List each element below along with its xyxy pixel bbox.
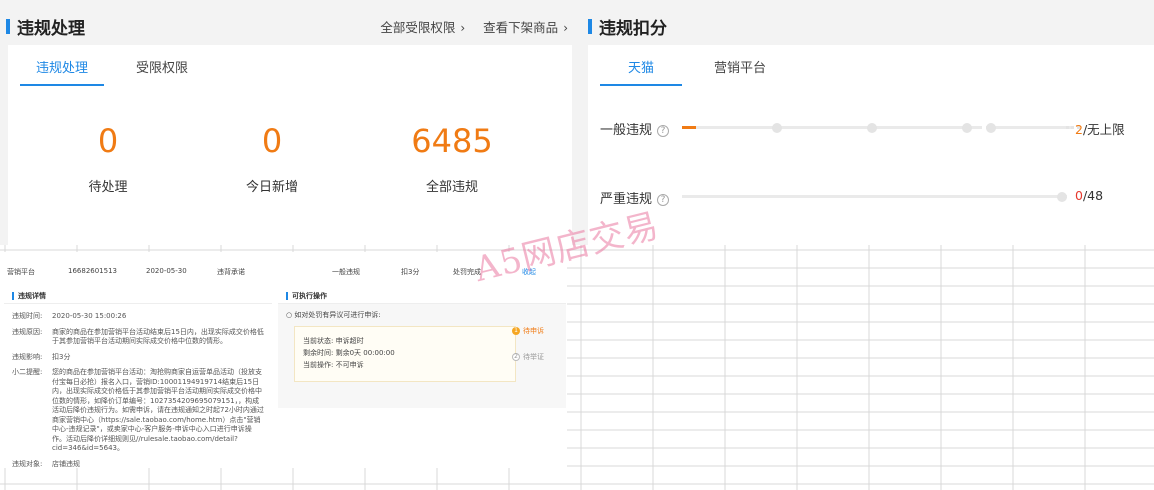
detail-key: 违规原因: [12,327,43,336]
tab-restricted-permissions[interactable]: 受限权限 [120,57,204,86]
general-violation-current: 2 [1075,122,1083,137]
tab-tmall[interactable]: 天猫 [600,57,683,86]
detail-key: 违规对象: [12,459,43,468]
view-delisted-products-link[interactable]: 查看下架商品 › [483,17,568,36]
violation-handling-title-text: 违规处理 [17,19,85,39]
help-icon[interactable]: ? [657,194,670,206]
appeal-question: ○ 如对处罚有异议可进行申诉: [286,310,558,320]
available-actions-body: ○ 如对处罚有异议可进行申诉: 当前状态: 申诉超时 剩余时间: 剩余0天 00… [278,304,566,388]
summary-type: 违背承诺 [217,268,245,276]
summary-date: 2020-05-30 [146,267,187,275]
available-actions-column: 可执行操作 ○ 如对处罚有异议可进行申诉: 当前状态: 申诉超时 剩余时间: 剩… [278,288,566,408]
step-label: 待举证 [523,353,544,361]
violation-handling-title: 违规处理 [6,14,85,39]
violation-details-header: 违规详情 [4,288,272,304]
general-violation-fill [682,126,696,129]
tab-marketing-platform[interactable]: 营销平台 [698,57,782,86]
detail-item: 违规原因: 商家的商品在参加营销平台活动结束后15日内，出现实际成交价格低于其参加… [12,328,264,347]
appeal-status-box: 当前状态: 申诉超时 剩余时间: 剩余0天 00:00:00 当前操作: 不可申… [294,326,516,382]
serious-violation-row: 严重违规? 0/48 [600,188,1140,208]
step-pending-appeal: 1 待申诉 [512,326,544,336]
track-dot [962,122,972,133]
serious-violation-current: 0 [1075,188,1083,203]
track-dot [1057,191,1067,202]
chevron-right-icon: › [460,21,466,35]
view-delisted-products-label: 查看下架商品 [483,20,559,35]
stat-value: 6485 [411,122,493,160]
detail-value: 店铺违规 [52,459,80,468]
appeal-remaining-time: 剩余时间: 剩余0天 00:00:00 [303,349,395,357]
tab-violation-handling[interactable]: 违规处理 [20,57,105,86]
general-violation-track-end [986,122,1080,133]
all-restricted-permissions-link[interactable]: 全部受限权限 › [380,17,465,36]
step-number-icon: 2 [512,353,520,361]
stat-all-violations[interactable]: 6485 全部违规 [372,123,532,195]
stat-label: 待处理 [88,180,128,195]
general-violation-label-text: 一般违规 [600,123,653,138]
track-dot [986,122,996,133]
violation-details-header-text: 违规详情 [18,291,46,300]
stat-value: 0 [97,122,119,160]
appeal-current-action: 当前操作: 不可申诉 [303,361,364,369]
violation-handling-panel: 违规处理 受限权限 0 待处理 0 今日新增 6485 全部违规 [8,45,572,245]
summary-points: 扣3分 [401,268,420,276]
header-accent-bar [12,291,14,300]
appeal-current-status: 当前状态: 申诉超时 [303,337,364,345]
help-icon[interactable]: ? [657,125,670,137]
general-violation-label: 一般违规? [600,119,670,138]
title-accent-bar [6,19,10,34]
detail-value: 商家的商品在参加营销平台活动结束后15日内，出现实际成交价格低于其参加营销平台活… [52,327,264,346]
step-pending-evidence: 2 待举证 [512,352,544,362]
serious-violation-limit: /48 [1082,188,1104,203]
violation-tabs: 违规处理 受限权限 [20,57,220,86]
step-label: 待申诉 [523,327,544,335]
detail-item: 违规对象: 店铺违规 [12,460,264,469]
all-restricted-permissions-label: 全部受限权限 [380,20,456,35]
detail-value: 扣3分 [52,352,71,361]
stat-label: 今日新增 [245,180,298,195]
detail-item: 小二提醒: 您的商品在参加营销平台活动：淘抢购商家自运营单品活动（投放支付宝每日必… [12,368,264,454]
summary-platform: 营销平台 [7,268,35,276]
violation-points-title-text: 违规扣分 [599,19,667,39]
chevron-right-icon: › [563,21,568,35]
title-accent-bar [588,19,592,34]
stat-label: 全部违规 [425,180,478,195]
header-accent-bar [286,291,288,300]
stat-pending[interactable]: 0 待处理 [28,123,188,195]
step-number-icon: 1 [512,327,520,335]
general-violation-count: 2/无上限 [1075,119,1125,138]
summary-level: 一般违规 [332,268,360,276]
general-violation-row: 一般违规? 2/无上限 [600,119,1140,139]
stat-today-new[interactable]: 0 今日新增 [192,123,352,195]
serious-violation-count: 0/48 [1075,188,1103,203]
track-dot [867,122,877,133]
detail-key: 小二提醒: [12,368,43,376]
platform-tabs: 天猫 营销平台 [600,57,798,86]
violation-details-column: 违规详情 违规时间: 2020-05-30 15:00:26 违规原因: 商家的商品… [4,288,272,468]
track-dot [772,122,782,133]
appeal-question-text: 如对处罚有异议可进行申诉: [294,311,381,319]
violation-points-title: 违规扣分 [588,14,667,39]
stat-value: 0 [261,122,283,160]
serious-violation-track [682,191,1067,202]
summary-id: 16682601513 [68,267,117,275]
general-violation-track [682,122,982,133]
detail-key: 违规时间: [12,312,43,320]
available-actions-header-text: 可执行操作 [292,291,327,300]
detail-value: 您的商品在参加营销平台活动：淘抢购商家自运营单品活动（投放支付宝每日必抢）报名入… [52,368,264,452]
detail-value: 2020-05-30 15:00:26 [52,312,127,320]
detail-item: 违规时间: 2020-05-30 15:00:26 [12,312,264,322]
detail-item: 违规影响: 扣3分 [12,353,264,363]
general-violation-limit: /无上限 [1082,122,1125,137]
header-links: 全部受限权限 › 查看下架商品 › [380,17,568,36]
violation-details-body: 违规时间: 2020-05-30 15:00:26 违规原因: 商家的商品在参加营销… [4,304,272,468]
available-actions-header: 可执行操作 [278,288,566,304]
detail-key: 违规影响: [12,352,43,361]
violation-points-panel: 天猫 营销平台 一般违规? 2/无上限 严重违规? 0/48 [588,45,1154,245]
